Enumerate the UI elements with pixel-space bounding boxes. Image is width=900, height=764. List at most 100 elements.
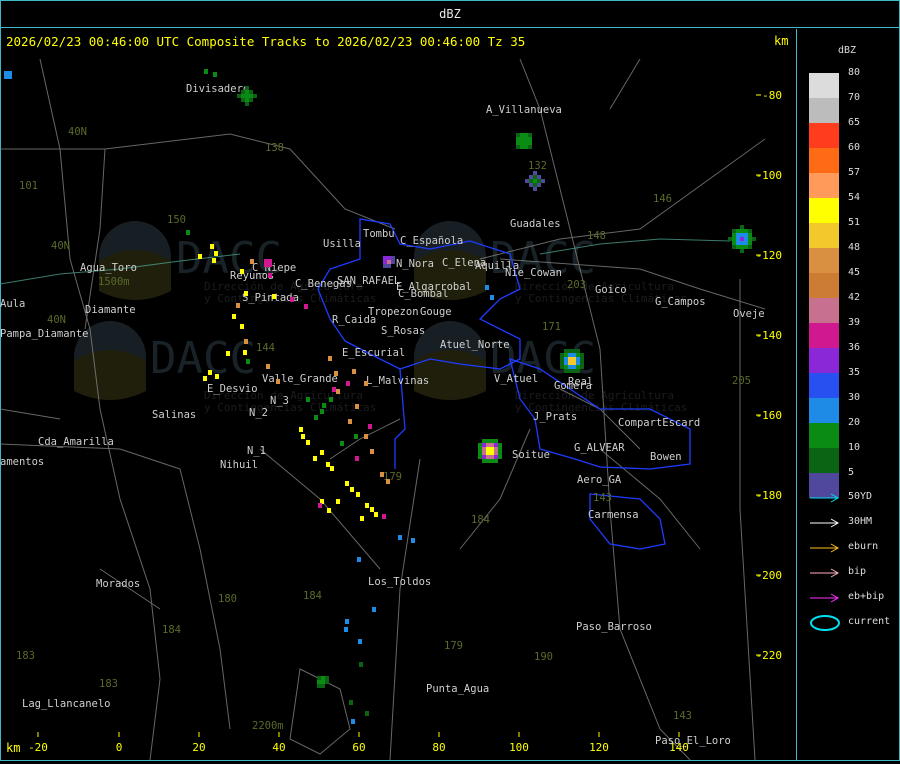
- y-tick-label: -80: [762, 89, 782, 102]
- track-label: 30HM: [848, 516, 873, 527]
- dbz-swatch: [809, 173, 839, 198]
- place-label: C_Niepe: [252, 262, 296, 274]
- place-label: Punta_Agua: [426, 683, 489, 695]
- x-tick-label: 120: [589, 741, 609, 754]
- composite-header: 2026/02/23 00:46:00 UTC Composite Tracks…: [6, 34, 526, 49]
- dbz-level-label: 5: [848, 467, 855, 478]
- place-label: Valle_Grande: [262, 373, 338, 385]
- place-label: 183: [99, 678, 118, 690]
- place-label: Divisadero: [186, 83, 249, 95]
- place-label: Bowen: [650, 451, 682, 463]
- x-tick-label: 60: [352, 741, 365, 754]
- x-axis: -20 0 20 40 60 80 100 120 140: [28, 732, 689, 754]
- place-label: N_Nora: [396, 258, 434, 270]
- y-axis: -80-100-120-140-160-180-200-220: [756, 89, 783, 662]
- dbz-swatch: [809, 98, 839, 123]
- dbz-level-label: 42: [848, 292, 861, 303]
- dbz-swatch: [809, 273, 839, 298]
- place-label: CompartEscard: [618, 417, 700, 429]
- arrow-icon: [809, 593, 840, 603]
- place-label: J_Prats: [533, 411, 577, 423]
- dbz-swatch: [809, 373, 839, 398]
- place-label: Cda_Amarilla: [38, 436, 114, 448]
- x-unit-label: km: [6, 741, 21, 755]
- place-label: Paso_Barroso: [576, 621, 652, 633]
- dbz-level-label: 48: [848, 242, 861, 253]
- place-label: Tombu: [363, 228, 395, 240]
- dbz-level-label: 20: [848, 417, 861, 428]
- place-label: 184: [303, 590, 322, 602]
- track-label: current: [848, 616, 891, 627]
- place-label: Usilla: [323, 238, 361, 250]
- place-label: G_Campos: [655, 296, 706, 308]
- radar-map-canvas[interactable]: DACC Dirección de Agricultura y Continge…: [0, 29, 797, 761]
- place-label: Gomera: [554, 380, 592, 392]
- place-label: 143: [593, 492, 612, 504]
- window-title: dBZ: [439, 7, 461, 21]
- arrow-icon: [809, 518, 840, 528]
- place-label: N_2: [249, 407, 268, 419]
- dbz-swatch: [809, 323, 839, 348]
- place-label: S_Rosas: [381, 325, 425, 337]
- x-tick-label: 0: [116, 741, 123, 754]
- dbz-level-label: 36: [848, 342, 861, 353]
- place-label: 203: [567, 279, 586, 291]
- place-labels: Divisadero A_Villanueva 40N 101 40N 40N Agua_T…: [0, 83, 765, 747]
- title-bar: dBZ: [0, 0, 900, 28]
- place-label: Paso_El_Loro: [655, 735, 731, 747]
- dbz-level-label: 45: [848, 267, 861, 278]
- dbz-swatch: [809, 123, 839, 148]
- place-label: Aula: [0, 298, 25, 310]
- arrow-icon: [809, 493, 840, 503]
- place-label: Ñie_Cowan: [505, 266, 562, 279]
- place-label: Guadales: [510, 218, 561, 230]
- track-label: eburn: [848, 541, 879, 552]
- x-tick-label: -20: [28, 741, 48, 754]
- dbz-swatch: [809, 348, 839, 373]
- place-label: C_Española: [400, 235, 463, 247]
- place-label: 1500m: [98, 276, 130, 288]
- place-label: Pampa_Diamante: [0, 328, 89, 340]
- dbz-level-label: 10: [848, 442, 861, 453]
- place-label: N_3: [270, 395, 289, 407]
- place-label: Carmensa: [588, 509, 639, 521]
- watermark-brand: DACC: [150, 333, 256, 384]
- place-label: 180: [218, 593, 237, 605]
- place-label: Agua_Toro: [80, 262, 137, 274]
- track-label: 50YD: [848, 491, 873, 502]
- place-label: 138: [265, 142, 284, 154]
- place-label: 132: [528, 160, 547, 172]
- place-label: 179: [444, 640, 463, 652]
- place-label: SAN_RAFAEL: [337, 275, 400, 287]
- arrow-icon: [809, 568, 840, 578]
- dbz-level-label: 65: [848, 117, 861, 128]
- place-label: V_Atuel: [494, 373, 538, 385]
- dbz-level-label: 30: [848, 392, 861, 403]
- ellipse-icon: [809, 615, 840, 631]
- dbz-swatch: [809, 73, 839, 98]
- dbz-level-label: 51: [848, 217, 861, 228]
- place-label: N_1: [247, 445, 266, 457]
- place-label: L_Malvinas: [366, 375, 429, 387]
- place-label: 184: [471, 514, 490, 526]
- x-tick-label: 20: [192, 741, 205, 754]
- place-label: A_Villanueva: [486, 104, 562, 116]
- place-label: Oveje: [733, 308, 765, 320]
- x-tick-label: 40: [272, 741, 285, 754]
- place-label: Gouge: [420, 306, 452, 318]
- place-label: Goico: [595, 284, 627, 296]
- place-label: Diamante: [85, 304, 136, 316]
- place-label: 101: [19, 180, 38, 192]
- place-label: 171: [542, 321, 561, 333]
- place-label: Salinas: [152, 409, 196, 421]
- dbz-swatch: [809, 223, 839, 248]
- radar-map[interactable]: DACC Dirección de Agricultura y Continge…: [0, 29, 797, 761]
- place-label: Lag_Llancanelo: [22, 698, 111, 710]
- place-label: 190: [534, 651, 553, 663]
- y-unit-label: km: [774, 34, 789, 48]
- dbz-swatch: [809, 448, 839, 473]
- place-label: 40N: [68, 126, 87, 138]
- place-label: E_Escurial: [342, 347, 405, 359]
- track-label: eb+bip: [848, 591, 885, 602]
- place-label: Los_Toldos: [368, 576, 431, 588]
